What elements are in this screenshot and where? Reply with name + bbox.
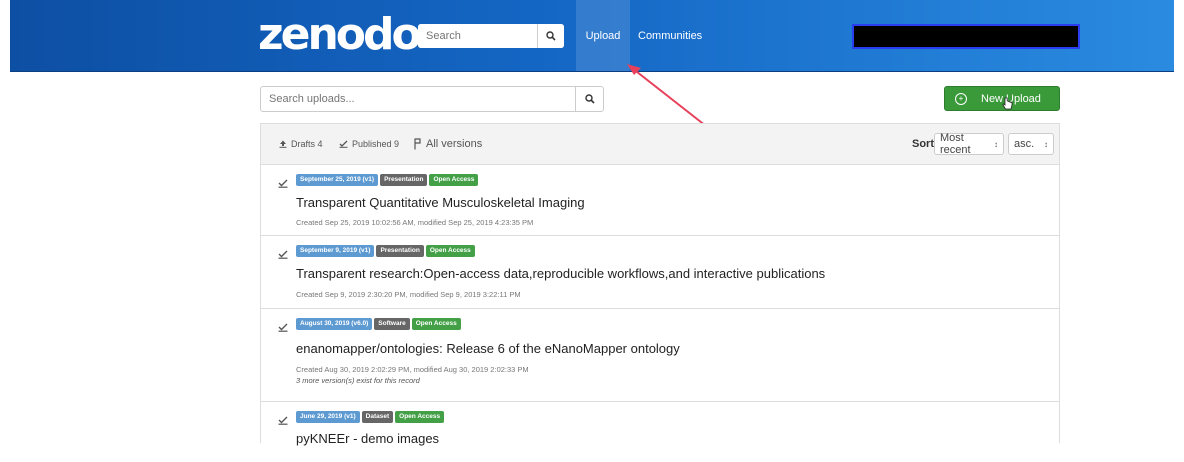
record-badges: September 9, 2019 (v1) Presentation Open… xyxy=(296,245,475,257)
sort-select[interactable]: Most recent ↕ xyxy=(934,132,1004,156)
check-icon xyxy=(339,140,348,148)
order-select-value: asc. xyxy=(1014,138,1035,150)
sort-label: Sort xyxy=(912,138,934,150)
record-badges: June 29, 2019 (v1) Dataset Open Access xyxy=(296,411,445,423)
hand-cursor-icon xyxy=(1002,97,1013,110)
type-badge: Presentation xyxy=(376,245,424,257)
access-badge: Open Access xyxy=(395,411,445,423)
search-icon xyxy=(546,31,556,41)
record-item[interactable]: September 9, 2019 (v1) Presentation Open… xyxy=(261,236,1059,309)
select-caret-icon: ↕ xyxy=(1044,139,1048,149)
filter-published-label: Published 9 xyxy=(352,139,400,149)
filter-all-versions-label: All versions xyxy=(426,138,483,150)
published-check-icon xyxy=(278,179,288,188)
header-search-input[interactable] xyxy=(418,24,530,48)
filter-toolbar: Drafts 4 Published 9 All versions Sort M… xyxy=(261,124,1059,165)
record-item[interactable]: September 25, 2019 (v1) Presentation Ope… xyxy=(261,165,1059,236)
filter-drafts-label: Drafts 4 xyxy=(291,139,323,149)
date-badge: September 25, 2019 (v1) xyxy=(296,174,379,186)
nav-upload[interactable]: Upload xyxy=(576,0,630,71)
search-uploads-input[interactable] xyxy=(261,87,577,111)
filter-published[interactable]: Published 9 xyxy=(339,124,399,164)
nav-communities[interactable]: Communities xyxy=(638,0,702,71)
type-badge: Dataset xyxy=(361,411,394,423)
record-title[interactable]: pyKNEEr - demo images xyxy=(296,431,439,446)
access-badge: Open Access xyxy=(411,318,461,330)
date-badge: September 9, 2019 (v1) xyxy=(296,245,375,257)
header-search-button[interactable] xyxy=(537,24,564,48)
type-badge: Software xyxy=(374,318,410,330)
select-caret-icon: ↕ xyxy=(994,139,998,149)
uploads-list: Drafts 4 Published 9 All versions Sort M… xyxy=(260,123,1060,446)
record-meta: Created Aug 30, 2019 2:02:29 PM, modifie… xyxy=(296,365,529,374)
published-check-icon xyxy=(278,323,288,332)
date-badge: August 30, 2019 (v6.0) xyxy=(296,318,373,330)
zenodo-logo[interactable]: zenodo xyxy=(258,10,422,60)
record-badges: August 30, 2019 (v6.0) Software Open Acc… xyxy=(296,318,461,330)
order-select[interactable]: asc. ↕ xyxy=(1008,133,1054,155)
record-item[interactable]: June 29, 2019 (v1) Dataset Open Access p… xyxy=(261,402,1059,462)
search-icon xyxy=(584,94,595,104)
record-meta: Created Sep 9, 2019 2:30:20 PM, modified… xyxy=(296,290,521,299)
record-badges: September 25, 2019 (v1) Presentation Ope… xyxy=(296,174,479,186)
header-search xyxy=(418,24,564,48)
published-check-icon xyxy=(278,250,288,259)
sort-select-value: Most recent xyxy=(940,132,971,156)
filter-all-versions[interactable]: All versions xyxy=(413,124,482,164)
versions-icon xyxy=(414,138,421,150)
access-badge: Open Access xyxy=(429,174,479,186)
type-badge: Presentation xyxy=(380,174,428,186)
record-title[interactable]: enanomapper/ontologies: Release 6 of the… xyxy=(296,341,680,356)
search-uploads xyxy=(260,86,604,112)
access-badge: Open Access xyxy=(425,245,475,257)
search-uploads-button[interactable] xyxy=(575,87,603,111)
upload-icon xyxy=(279,140,287,148)
published-check-icon xyxy=(278,416,288,425)
record-item[interactable]: August 30, 2019 (v6.0) Software Open Acc… xyxy=(261,309,1059,402)
date-badge: June 29, 2019 (v1) xyxy=(296,411,360,423)
record-meta: Created Sep 25, 2019 10:02:56 AM, modifi… xyxy=(296,218,534,227)
top-navbar: zenodo Upload Communities xyxy=(10,0,1174,72)
user-account-menu[interactable] xyxy=(852,24,1080,49)
record-title[interactable]: Transparent Quantitative Musculoskeletal… xyxy=(296,195,585,210)
record-title[interactable]: Transparent research:Open-access data,re… xyxy=(296,266,825,281)
record-versions-note: 3 more version(s) exist for this record xyxy=(296,376,420,385)
plus-circle-icon: + xyxy=(955,92,967,105)
filter-drafts[interactable]: Drafts 4 xyxy=(279,124,323,164)
